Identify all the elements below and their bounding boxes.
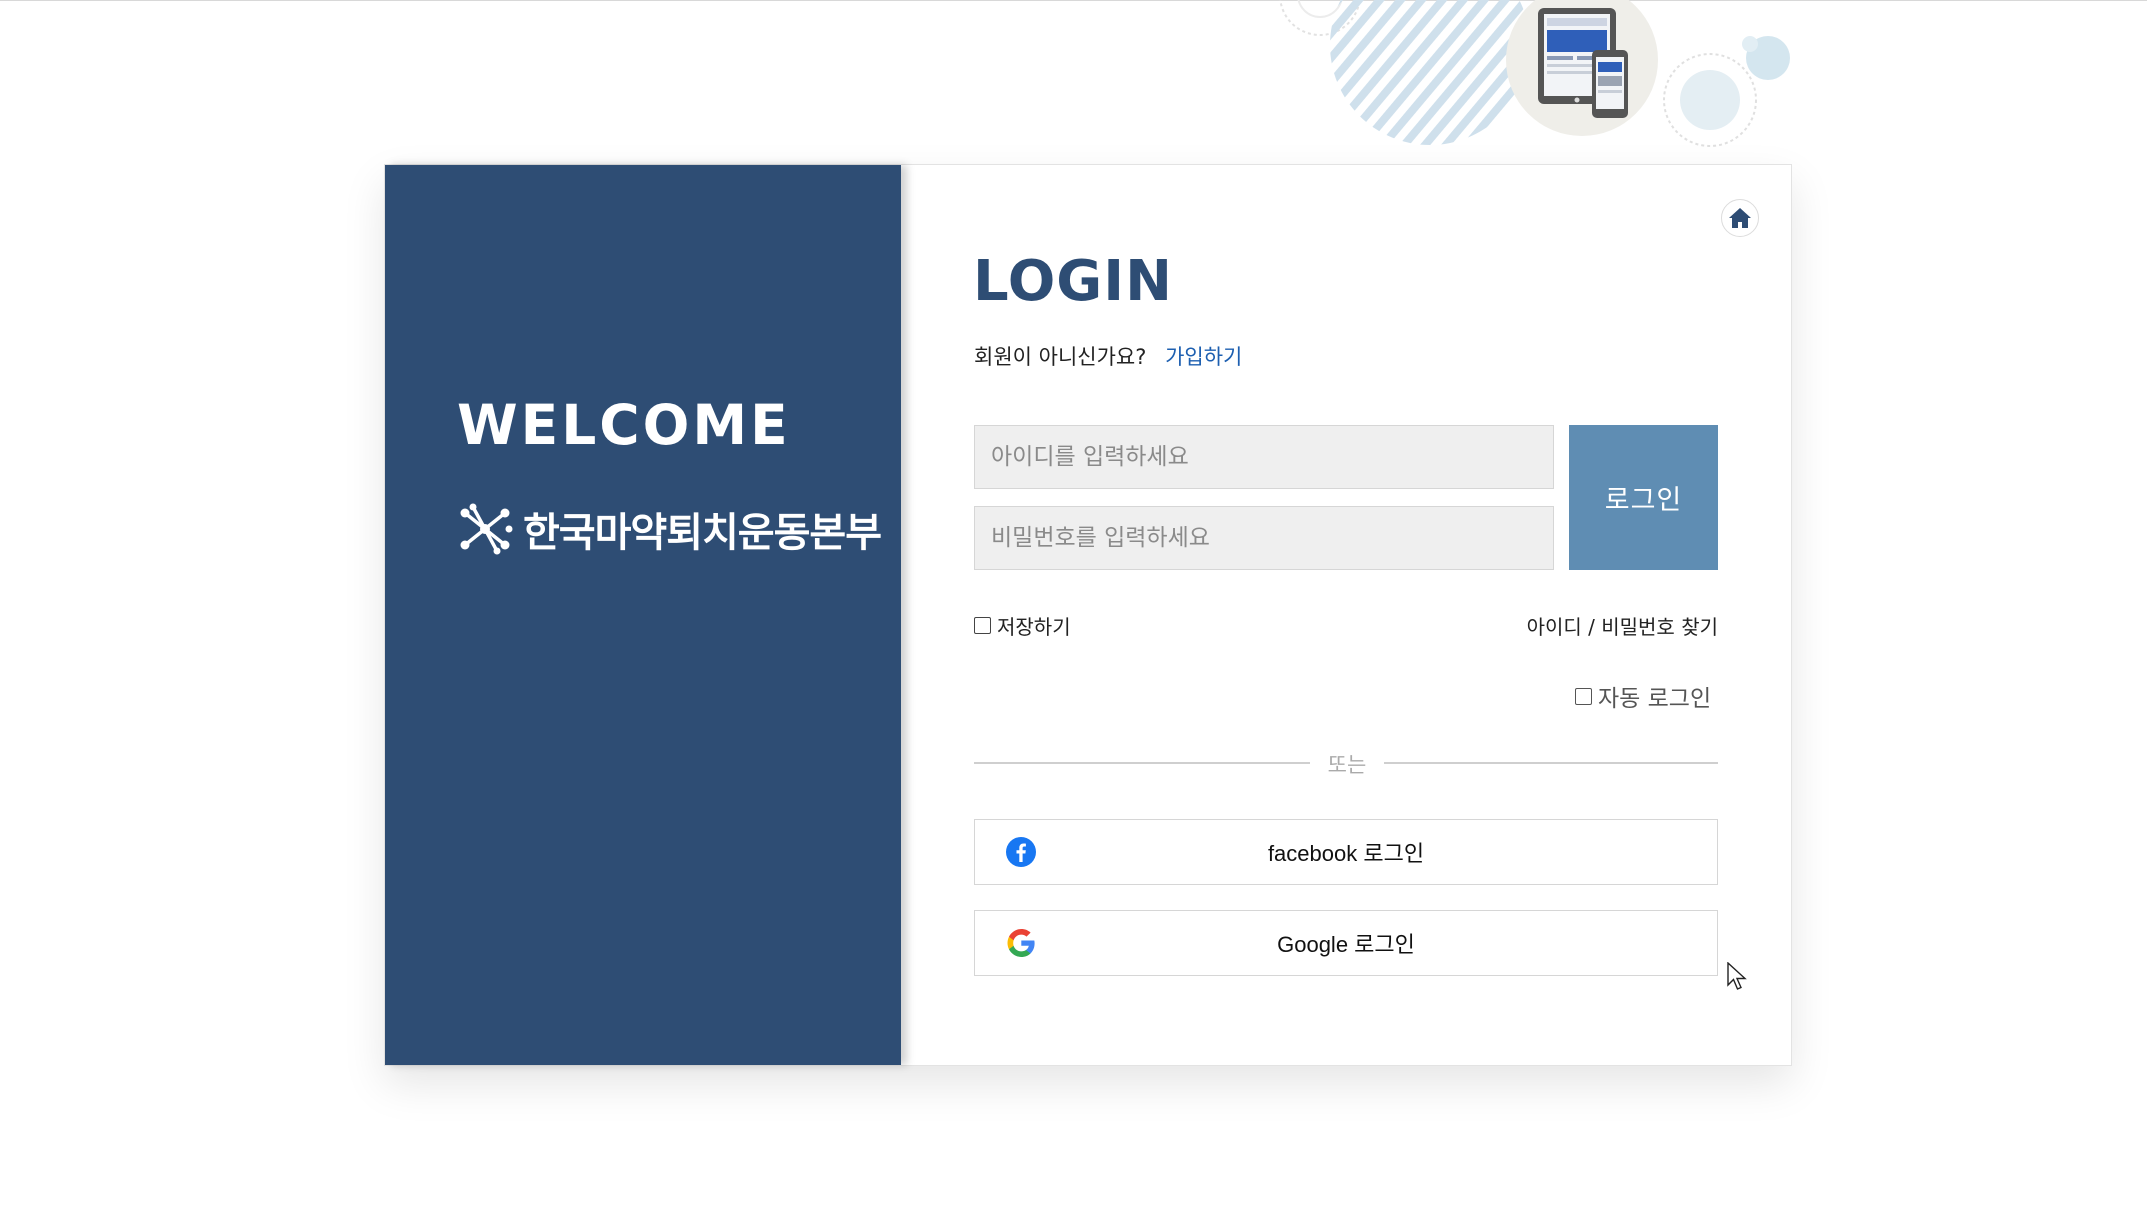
save-checkbox[interactable]: 저장하기 — [974, 611, 1071, 640]
welcome-heading: WELCOME — [457, 393, 791, 457]
mouse-cursor-icon — [1727, 962, 1747, 990]
google-login-label: Google 로그인 — [1277, 932, 1415, 957]
top-border — [0, 0, 2147, 1]
not-member-text: 회원이 아니신가요? — [974, 345, 1147, 369]
checkbox-box[interactable] — [1575, 687, 1592, 705]
id-input[interactable] — [974, 425, 1554, 489]
google-icon — [1007, 929, 1035, 957]
password-input[interactable] — [974, 506, 1554, 570]
save-label: 저장하기 — [997, 615, 1071, 639]
signup-row: 회원이 아니신가요? 가입하기 — [974, 341, 1242, 371]
org-name: 한국마약퇴치운동본부 — [523, 510, 882, 556]
facebook-login-button[interactable]: facebook 로그인 — [974, 819, 1718, 885]
login-title: LOGIN — [973, 249, 1173, 314]
signup-link[interactable]: 가입하기 — [1165, 345, 1242, 369]
home-icon — [1729, 208, 1751, 228]
facebook-login-label: facebook 로그인 — [1267, 841, 1425, 866]
find-account-link[interactable]: 아이디 / 비밀번호 찾기 — [1520, 611, 1718, 640]
auto-login-label: 자동 로그인 — [1598, 686, 1712, 712]
org-brand: 한국마약퇴치운동본부 — [457, 499, 882, 559]
checkbox-box[interactable] — [974, 617, 991, 634]
divider-line-right — [1384, 762, 1718, 764]
login-button[interactable]: 로그인 — [1569, 425, 1718, 570]
auto-login-checkbox[interactable]: 자동 로그인 — [1575, 679, 1711, 713]
login-card: WELCOME 한국마약퇴치운동본부 LOGIN 회원이 아니신가요? 가입하기… — [384, 164, 1792, 1066]
home-button[interactable] — [1721, 199, 1759, 237]
facebook-icon — [1006, 837, 1036, 867]
org-logo-icon — [460, 503, 513, 555]
divider-line-left — [974, 762, 1310, 764]
divider-text: 또는 — [1327, 753, 1367, 777]
header-decoration — [1279, 0, 1790, 147]
welcome-panel: WELCOME 한국마약퇴치운동본부 — [385, 165, 901, 1065]
google-login-button[interactable]: Google 로그인 — [974, 910, 1718, 976]
